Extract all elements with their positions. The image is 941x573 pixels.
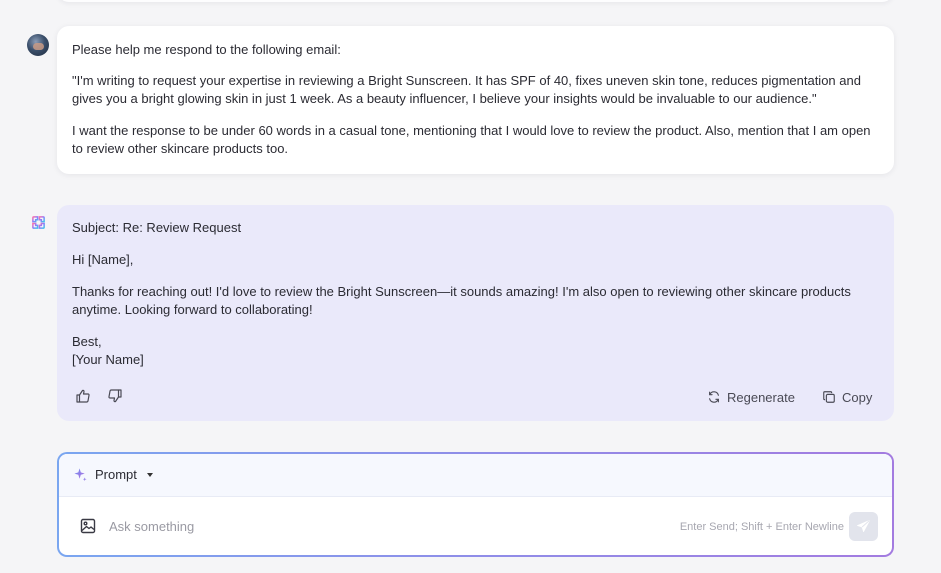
send-icon xyxy=(857,520,870,533)
regenerate-label: Regenerate xyxy=(727,389,795,405)
thumbs-down-icon[interactable] xyxy=(107,388,123,404)
image-upload-icon[interactable] xyxy=(80,518,96,534)
assistant-logo-icon xyxy=(32,216,45,229)
keyboard-hint: Enter Send; Shift + Enter Newline xyxy=(679,521,844,533)
user-message-card: Please help me respond to the following … xyxy=(57,26,894,174)
refresh-icon xyxy=(709,391,719,403)
email-signoff: Best, xyxy=(72,334,102,349)
previous-message-card xyxy=(57,0,894,2)
copy-label: Copy xyxy=(842,389,873,405)
user-message-line: Please help me respond to the following … xyxy=(72,42,341,57)
copy-icon xyxy=(823,391,835,403)
user-message-instruction: I want the response to be under 60 words… xyxy=(72,123,871,156)
email-signature: [Your Name] xyxy=(72,352,144,367)
message-input[interactable] xyxy=(109,516,529,536)
composer-inner: Prompt Enter Send; Shift + Enter Newline xyxy=(59,454,892,555)
copy-button[interactable]: Copy xyxy=(822,388,872,406)
sparkle-icon xyxy=(74,468,87,482)
email-body: Thanks for reaching out! I'd love to rev… xyxy=(72,284,851,317)
send-button[interactable] xyxy=(849,512,878,541)
regenerate-button[interactable]: Regenerate xyxy=(707,388,795,406)
prompt-mode-label: Prompt xyxy=(95,467,137,482)
user-message-quote: "I'm writing to request your expertise i… xyxy=(72,73,861,106)
prompt-mode-dropdown[interactable]: Prompt xyxy=(73,467,153,482)
email-subject: Subject: Re: Review Request xyxy=(72,220,242,235)
chat-page: Please help me respond to the following … xyxy=(0,0,941,573)
chevron-down-icon xyxy=(146,472,153,477)
user-avatar xyxy=(27,34,49,56)
thumbs-up-icon[interactable] xyxy=(75,388,91,404)
email-greeting: Hi [Name], xyxy=(72,252,134,267)
prompt-toolbar: Prompt xyxy=(59,454,892,497)
composer: Prompt Enter Send; Shift + Enter Newline xyxy=(57,452,894,557)
